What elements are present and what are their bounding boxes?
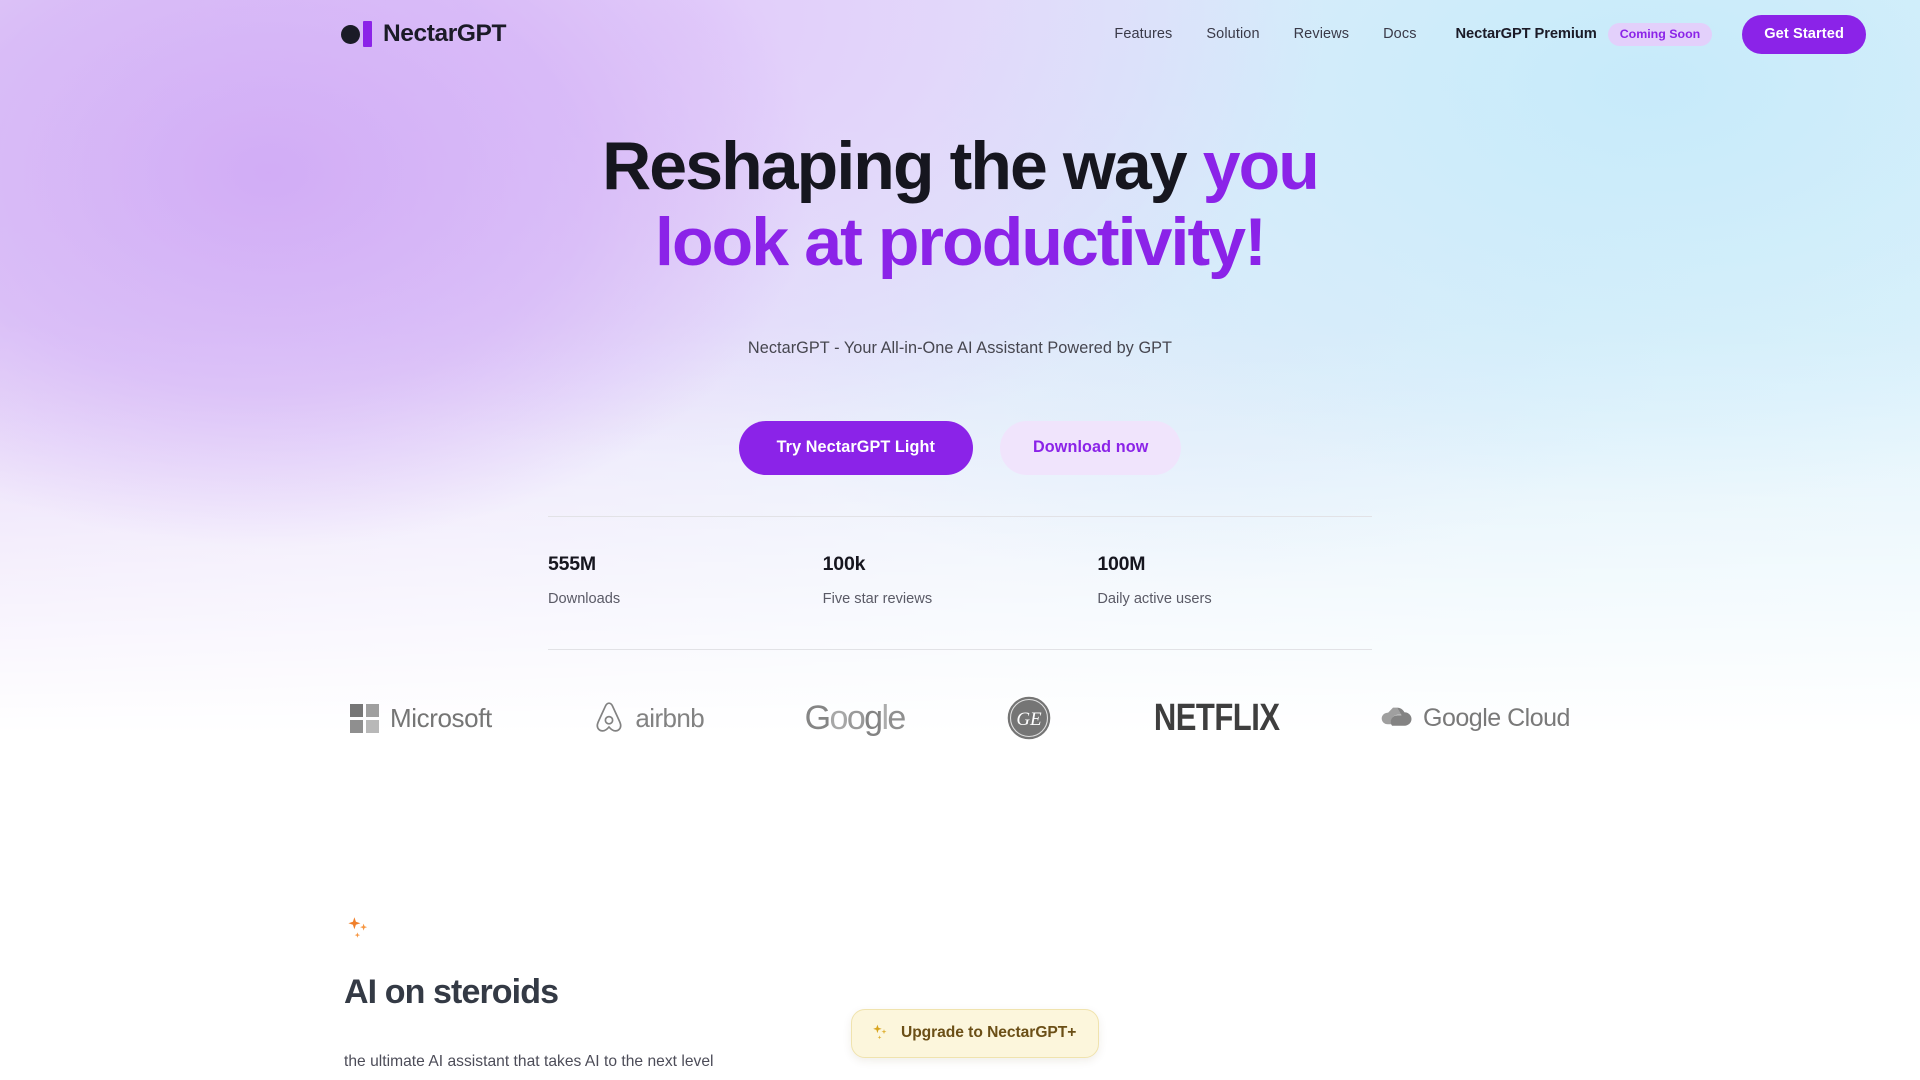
- google-letter: o: [829, 698, 849, 737]
- hero-subtitle: NectarGPT - Your All-in-One AI Assistant…: [747, 339, 1173, 358]
- stat-item: 100M Daily active users: [1097, 553, 1372, 607]
- logo-bar-icon: [363, 21, 372, 47]
- logo-microsoft: Microsoft: [350, 690, 492, 746]
- hero-heading-line2: look at productivity!: [655, 204, 1267, 281]
- stat-label: Five star reviews: [822, 591, 933, 607]
- logo-netflix: NETFLIX: [1154, 690, 1280, 746]
- ge-logo-icon: GE: [1006, 695, 1052, 741]
- google-cloud-logo-icon: [1381, 707, 1412, 726]
- nav-link-docs[interactable]: Docs: [1366, 26, 1433, 42]
- hero-heading-line1-accent: you: [1202, 128, 1320, 204]
- google-cloud-wordmark: Google Cloud: [1423, 703, 1570, 732]
- hero-heading-line1-plain: Reshaping the way: [602, 128, 1203, 204]
- airbnb-wordmark: airbnb: [635, 702, 705, 733]
- airbnb-logo-icon: [596, 702, 622, 732]
- nav-link-solution[interactable]: Solution: [1189, 26, 1276, 42]
- feature-heading: AI on steroids: [344, 973, 559, 1011]
- google-wordmark: Google: [804, 698, 907, 738]
- sparkles-icon: [873, 1024, 887, 1040]
- customer-logos: Microsoft airbnb Google GE NETFLIX Googl…: [350, 690, 1570, 746]
- coming-soon-badge: Coming Soon: [1607, 22, 1713, 46]
- stats-section: 555M Downloads 100k Five star reviews 10…: [548, 516, 1372, 650]
- stat-label: Downloads: [548, 591, 621, 607]
- hero-heading: Reshaping the way you look at productivi…: [460, 128, 1460, 280]
- ge-monogram-text: GE: [1017, 709, 1043, 730]
- nav-premium-group[interactable]: NectarGPT Premium Coming Soon: [1455, 22, 1713, 46]
- upgrade-to-nectargpt-plus-button[interactable]: Upgrade to NectarGPT+: [851, 1009, 1100, 1058]
- feature-body: the ultimate AI assistant that takes AI …: [344, 1053, 714, 1070]
- google-letter: g: [864, 698, 883, 737]
- nav-premium-label: NectarGPT Premium: [1455, 26, 1597, 42]
- logo-google: Google: [804, 690, 907, 746]
- google-letter: e: [887, 698, 906, 737]
- netflix-wordmark: NETFLIX: [1153, 696, 1280, 739]
- stat-value: 100k: [822, 553, 866, 575]
- google-letter: G: [804, 698, 831, 737]
- microsoft-wordmark: Microsoft: [390, 702, 492, 733]
- hero-section: Reshaping the way you look at productivi…: [0, 128, 1920, 476]
- brand-name: NectarGPT: [383, 20, 507, 47]
- stats-divider-bottom: [548, 649, 1372, 650]
- site-header: NectarGPT Features Solution Reviews Docs…: [0, 0, 1920, 68]
- stat-label: Daily active users: [1097, 591, 1212, 607]
- logo-dot-icon: [341, 24, 360, 44]
- microsoft-logo-icon: [350, 703, 379, 733]
- hero-actions: Try NectarGPT Light Download now: [0, 421, 1920, 476]
- get-started-button[interactable]: Get Started: [1742, 14, 1866, 54]
- stats-grid: 555M Downloads 100k Five star reviews 10…: [548, 517, 1372, 649]
- nav-link-reviews[interactable]: Reviews: [1277, 26, 1367, 42]
- logo-google-cloud: Google Cloud: [1380, 690, 1570, 746]
- logo-airbnb: airbnb: [592, 690, 705, 746]
- stat-value: 100M: [1097, 553, 1146, 575]
- stat-item: 100k Five star reviews: [823, 553, 1098, 607]
- logo-ge: GE: [1005, 690, 1053, 746]
- nav-link-features[interactable]: Features: [1097, 26, 1189, 42]
- upgrade-chip-label: Upgrade to NectarGPT+: [901, 1024, 1077, 1041]
- sparkles-icon: [348, 917, 368, 938]
- main-navigation: Features Solution Reviews Docs NectarGPT…: [1097, 14, 1866, 54]
- brand-logo[interactable]: NectarGPT: [341, 20, 506, 48]
- feature-section: AI on steroids the ultimate AI assistant…: [344, 915, 884, 1071]
- google-letter: o: [846, 698, 866, 737]
- landing-page: NectarGPT Features Solution Reviews Docs…: [0, 0, 1920, 1080]
- stat-value: 555M: [548, 553, 596, 575]
- stat-item: 555M Downloads: [548, 553, 823, 607]
- download-now-button[interactable]: Download now: [1000, 421, 1182, 476]
- try-nectargpt-light-button[interactable]: Try NectarGPT Light: [738, 421, 973, 476]
